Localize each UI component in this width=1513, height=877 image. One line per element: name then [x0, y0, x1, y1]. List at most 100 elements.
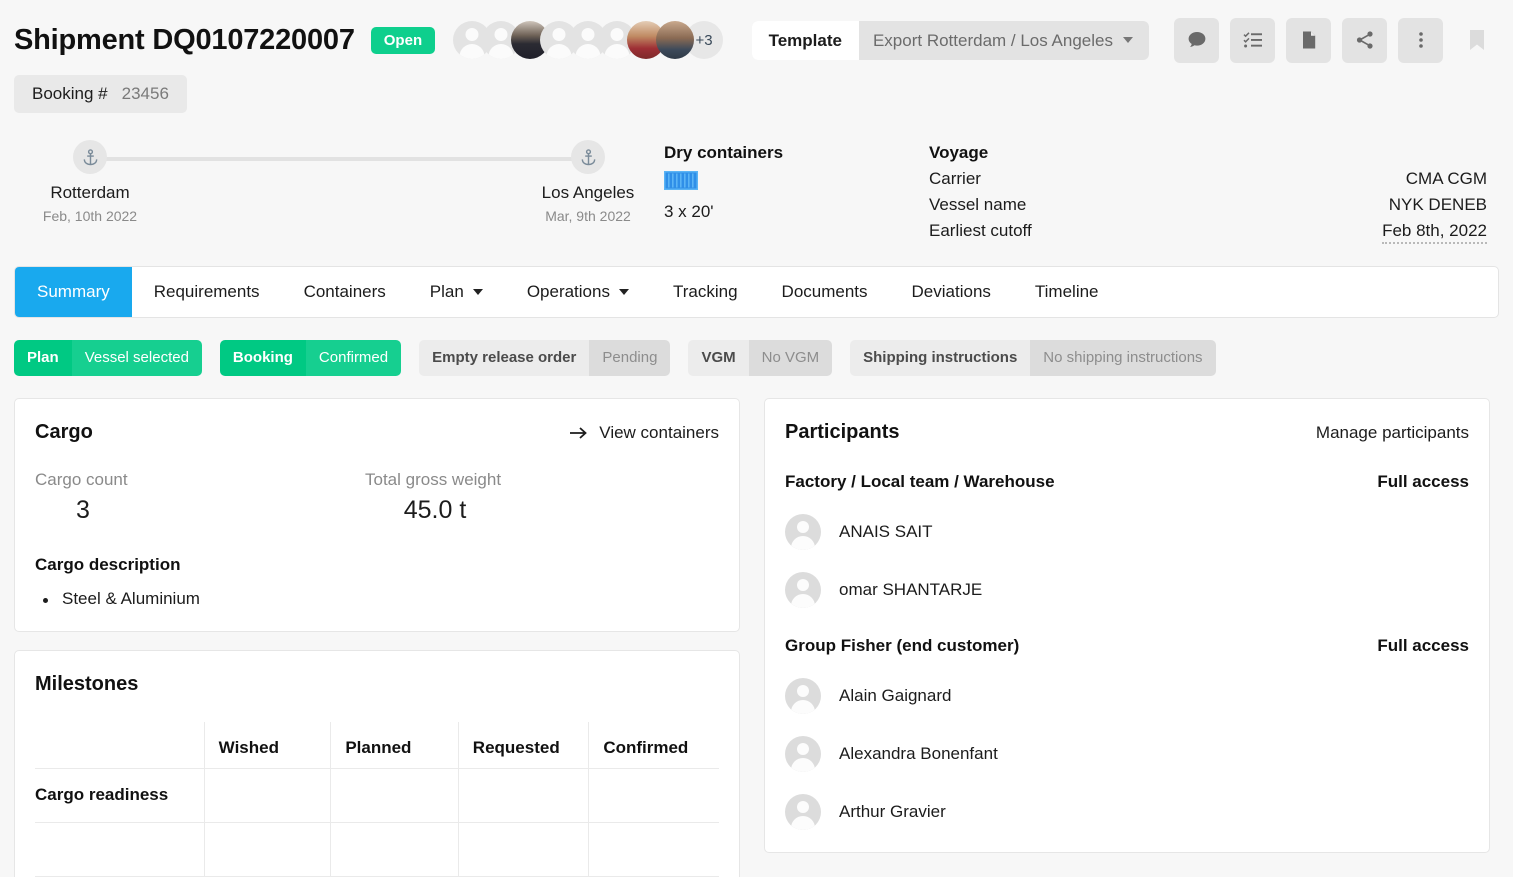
cell-planned[interactable]	[330, 822, 459, 877]
tab-summary[interactable]: Summary	[15, 267, 132, 317]
content-columns: Cargo View containers Cargo count 3 Tota…	[0, 376, 1513, 877]
cell-requested[interactable]	[458, 768, 590, 823]
tab-deviations[interactable]: Deviations	[890, 267, 1013, 317]
status-chip-vgm[interactable]: VGM No VGM	[688, 340, 833, 376]
shipment-overview-row: Rotterdam Feb, 10th 2022 Los Angeles Mar…	[0, 113, 1513, 244]
cell-wished[interactable]	[204, 768, 332, 823]
milestones-card: Milestones Wished Planned Requested Conf…	[14, 650, 740, 877]
route-destination: Los Angeles Mar, 9th 2022	[508, 140, 668, 224]
kebab-menu-icon-button[interactable]	[1398, 17, 1443, 63]
tab-containers[interactable]: Containers	[282, 267, 408, 317]
voyage-row-earliest-cutoff: Earliest cutoff Feb 8th, 2022	[929, 221, 1487, 244]
avatar-stack[interactable]: +3	[453, 21, 724, 59]
chip-label: Shipping instructions	[850, 340, 1031, 376]
booking-label: Booking #	[32, 84, 108, 103]
table-row: Cargo readiness	[35, 768, 719, 823]
anchor-icon-glyph	[83, 148, 97, 165]
group-access: Full access	[1377, 472, 1469, 491]
chip-label: VGM	[688, 340, 749, 376]
cell-confirmed[interactable]	[588, 822, 719, 877]
checklist-icon-button[interactable]	[1230, 17, 1275, 63]
chip-value: Pending	[589, 340, 671, 376]
view-containers-label: View containers	[599, 422, 719, 442]
shipment-summary-page: Shipment DQ0107220007 Open +3 Template E…	[0, 0, 1513, 877]
cargo-card: Cargo View containers Cargo count 3 Tota…	[14, 398, 740, 632]
page-header: Shipment DQ0107220007 Open +3 Template E…	[0, 0, 1513, 113]
container-icon	[664, 171, 929, 195]
avatar	[785, 514, 821, 550]
chevron-down-icon	[1123, 37, 1133, 43]
share-icon	[1356, 31, 1373, 49]
status-chip-booking[interactable]: Booking Confirmed	[219, 340, 402, 376]
column-header-requested: Requested	[458, 722, 590, 769]
list-item[interactable]: Alain Gaignard	[785, 678, 1469, 714]
cell-planned[interactable]	[330, 768, 459, 823]
participants-card-header: Participants Manage participants	[785, 421, 1469, 444]
cell-wished[interactable]	[204, 822, 332, 877]
avatar[interactable]	[656, 21, 695, 59]
milestones-title: Milestones	[35, 673, 139, 695]
document-icon-button[interactable]	[1286, 17, 1331, 63]
container-icon-glyph	[664, 171, 698, 190]
milestones-table: Wished Planned Requested Confirmed Cargo…	[35, 722, 719, 877]
person-name: Arthur Gravier	[839, 802, 946, 821]
list-item[interactable]: Arthur Gravier	[785, 794, 1469, 830]
template-selector[interactable]: Template Export Rotterdam / Los Angeles	[751, 20, 1149, 60]
tab-tracking[interactable]: Tracking	[651, 267, 760, 317]
tab-timeline[interactable]: Timeline	[1013, 267, 1121, 317]
column-header-confirmed: Confirmed	[588, 722, 719, 769]
chip-label: Plan	[14, 340, 72, 376]
status-chip-shipping-instructions[interactable]: Shipping instructions No shipping instru…	[850, 340, 1216, 376]
origin-date: Feb, 10th 2022	[42, 208, 138, 224]
cell-requested[interactable]	[458, 822, 590, 877]
template-value-text: Export Rotterdam / Los Angeles	[872, 30, 1113, 50]
arrow-right-icon	[570, 426, 588, 439]
gross-weight-value: 45.0 t	[403, 496, 467, 524]
cell-confirmed[interactable]	[588, 768, 719, 823]
person-name: Alexandra Bonenfant	[839, 744, 998, 763]
voyage-value: Feb 8th, 2022	[1382, 221, 1487, 244]
tab-operations[interactable]: Operations	[505, 267, 651, 317]
row-label: Cargo readiness	[35, 768, 205, 823]
status-badge: Open	[370, 26, 436, 54]
tab-requirements[interactable]: Requirements	[132, 267, 282, 317]
status-chip-empty-release-order[interactable]: Empty release order Pending	[419, 340, 671, 376]
list-item[interactable]: omar SHANTARJE	[785, 572, 1469, 608]
template-label: Template	[751, 20, 859, 60]
voyage-value: CMA CGM	[1405, 169, 1487, 188]
template-value[interactable]: Export Rotterdam / Los Angeles	[859, 21, 1149, 60]
anchor-icon	[571, 140, 605, 174]
chat-bubble-icon-button[interactable]	[1174, 17, 1219, 63]
view-containers-link[interactable]: View containers	[570, 423, 719, 443]
header-toolbar: Template Export Rotterdam / Los Angeles	[751, 17, 1499, 63]
voyage-value: NYK DENEB	[1388, 195, 1487, 214]
booking-number-pill: Booking # 23456	[14, 75, 187, 113]
cargo-metrics: Cargo count 3 Total gross weight 45.0 t	[35, 470, 719, 525]
list-item[interactable]: Alexandra Bonenfant	[785, 736, 1469, 772]
dry-containers-title: Dry containers	[664, 143, 784, 162]
tab-plan[interactable]: Plan	[408, 267, 505, 317]
chevron-down-icon	[472, 289, 483, 295]
tab-label: Tracking	[672, 282, 738, 301]
participants-card: Participants Manage participants Factory…	[764, 398, 1490, 853]
manage-participants-link[interactable]: Manage participants	[1316, 423, 1469, 443]
share-icon-button[interactable]	[1342, 17, 1387, 63]
document-icon	[1302, 31, 1315, 49]
column-header-wished: Wished	[204, 722, 332, 769]
participant-group-header: Group Fisher (end customer) Full access	[785, 636, 1469, 656]
avatar	[785, 678, 821, 714]
person-name: ANAIS SAIT	[839, 522, 933, 541]
destination-name: Los Angeles	[541, 183, 635, 202]
voyage-block: Voyage Carrier CMA CGM Vessel name NYK D…	[929, 135, 1499, 244]
bookmark-icon-button[interactable]	[1454, 18, 1499, 63]
list-item[interactable]: ANAIS SAIT	[785, 514, 1469, 550]
tab-documents[interactable]: Documents	[760, 267, 890, 317]
milestones-table-head: Wished Planned Requested Confirmed	[35, 722, 719, 769]
chip-value: No shipping instructions	[1030, 340, 1216, 376]
container-count: 3 x 20'	[664, 202, 714, 221]
chevron-down-icon	[618, 289, 629, 295]
table-row	[35, 822, 719, 877]
status-chip-plan[interactable]: Plan Vessel selected	[14, 340, 202, 376]
bookmark-icon	[1469, 30, 1484, 50]
column-header-blank	[35, 722, 205, 769]
